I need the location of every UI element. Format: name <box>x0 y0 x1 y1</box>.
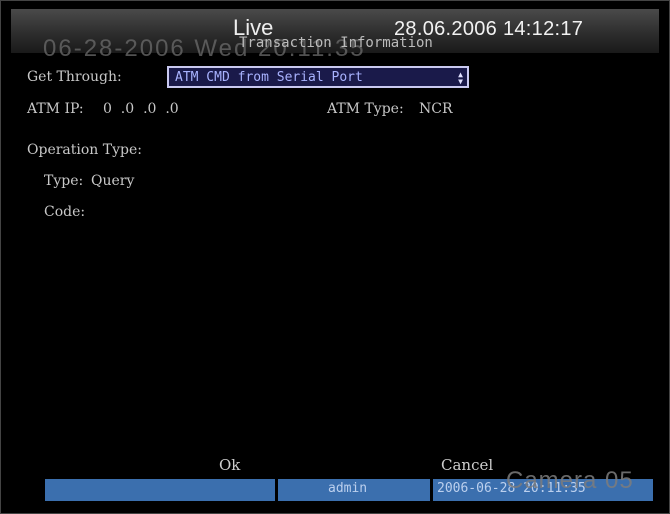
camera-label: Camera 05 <box>506 467 634 494</box>
up-down-arrows-icon: ▲ ▼ <box>458 70 463 86</box>
type-label: Type: <box>44 173 84 189</box>
page-title: Transaction Information <box>239 35 433 51</box>
status-user: admin <box>328 481 368 496</box>
operation-type-label: Operation Type: <box>27 142 142 158</box>
get-through-select[interactable]: ATM CMD from Serial Port ▲ ▼ <box>167 66 469 88</box>
get-through-value: ATM CMD from Serial Port <box>175 70 363 85</box>
get-through-label: Get Through: <box>27 69 122 85</box>
atm-ip-label: ATM IP: <box>27 101 84 117</box>
dvr-screen: Live 28.06.2006 14:12:17 06-28-2006 Wed … <box>0 0 670 514</box>
status-bar-left <box>45 479 275 501</box>
atm-type-value[interactable]: NCR <box>419 101 453 117</box>
type-value[interactable]: Query <box>91 173 134 189</box>
cancel-button[interactable]: Cancel <box>441 456 493 474</box>
atm-ip-field[interactable]: 0 .0 .0 .0 <box>103 101 179 117</box>
code-label: Code: <box>44 204 86 220</box>
ok-button[interactable]: Ok <box>219 456 240 474</box>
status-bar-user: admin <box>278 479 430 501</box>
atm-type-label: ATM Type: <box>327 101 404 117</box>
